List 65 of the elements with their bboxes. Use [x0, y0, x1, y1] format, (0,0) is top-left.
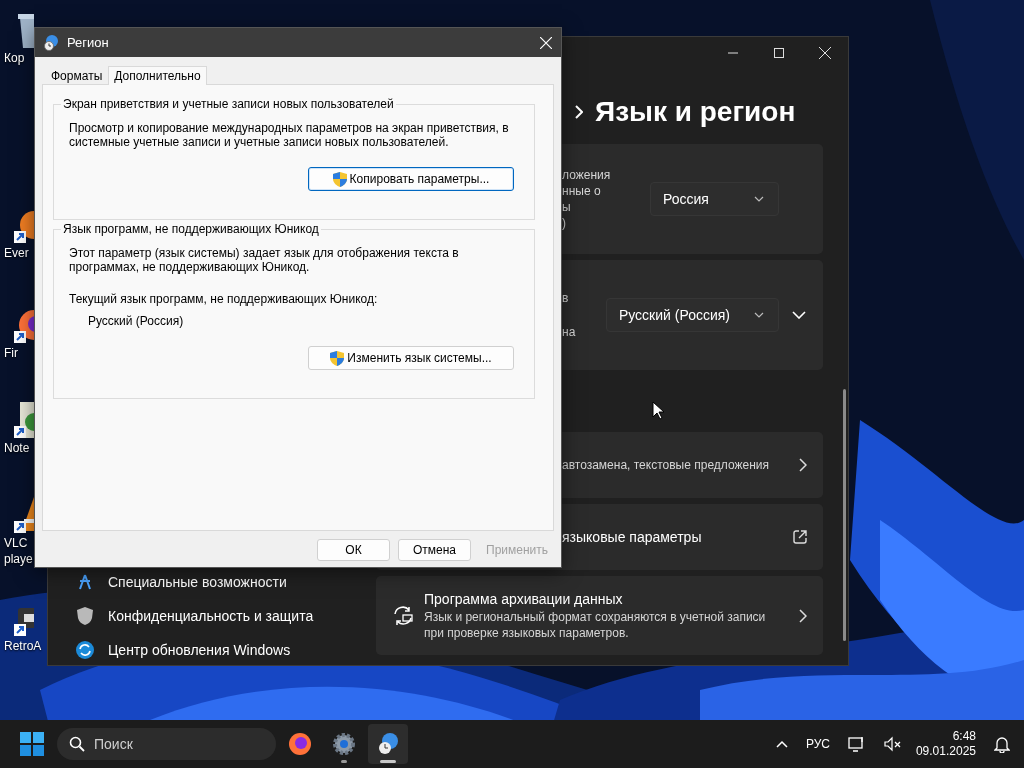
- chevron-up-icon[interactable]: [775, 740, 788, 748]
- settings-card[interactable]: Программа архивации данных Язык и региональный формат сохраняются в учетной записи при проверке языковых параметров.: [376, 576, 823, 655]
- shield-icon: [330, 350, 345, 366]
- tab[interactable]: Дополнительно: [108, 66, 207, 85]
- close-icon: [540, 36, 552, 49]
- card-description: Язык и региональный формат сохраняются в учетной записи при проверке языковых параметров.: [424, 609, 767, 641]
- card-title: языковые параметры: [562, 528, 703, 546]
- windows-logo-icon: [20, 732, 44, 756]
- card-description: автозамена, текстовые предложения: [562, 457, 770, 473]
- desktop-icon-label: Fir: [4, 345, 18, 361]
- card-text: ): [562, 215, 567, 231]
- dialog-button[interactable]: ОК: [317, 539, 390, 561]
- muted-speaker-icon[interactable]: [883, 736, 902, 752]
- page-heading: Язык и регион: [595, 96, 796, 128]
- dialog-button[interactable]: Отмена: [398, 539, 471, 561]
- group-title: Экран приветствия и учетные записи новых пользователей: [62, 97, 395, 111]
- card-text: нные о: [562, 183, 602, 199]
- desktop-icon-label: Ever: [4, 245, 29, 261]
- desktop-icon-label: VLC: [4, 535, 28, 551]
- chevron-down-icon: [792, 311, 806, 319]
- input-language-indicator[interactable]: РУС: [805, 737, 830, 751]
- nav-item[interactable]: Конфиденциальность и защита: [75, 601, 376, 631]
- bell-icon[interactable]: [994, 735, 1010, 753]
- description-text: Текущий язык программ, не поддерживающих Юникод:: [69, 292, 379, 306]
- shield-icon: [332, 171, 347, 187]
- close-icon: [819, 47, 831, 59]
- scrollbar[interactable]: [843, 389, 846, 641]
- dropdown[interactable]: Россия: [650, 182, 779, 216]
- clock-date[interactable]: 09.01.2025: [915, 744, 976, 759]
- search-field[interactable]: Поиск: [57, 728, 276, 760]
- tab[interactable]: Форматы: [45, 67, 109, 84]
- nav-item[interactable]: Специальные возможности: [75, 567, 376, 597]
- admin-button[interactable]: Изменить язык системы...: [308, 346, 514, 370]
- dropdown[interactable]: Русский (Россия): [605, 298, 779, 332]
- caret-icon: [754, 312, 764, 318]
- caret-icon: [754, 196, 764, 202]
- globe-clock-icon: [43, 34, 59, 51]
- card-text: в: [562, 290, 570, 306]
- desktop-icon-label: RetroA: [4, 638, 42, 654]
- globe-clock-taskbar-icon[interactable]: [368, 724, 408, 764]
- clock-time[interactable]: 6:48: [952, 729, 976, 744]
- card-text: ложения: [562, 167, 612, 183]
- update-icon: [75, 640, 95, 660]
- maximize-icon: [774, 48, 784, 58]
- search-icon: [69, 736, 85, 752]
- nav-item[interactable]: Центр обновления Windows: [75, 635, 376, 665]
- desktop-icon-label: Кор: [4, 50, 25, 66]
- monitor-icon[interactable]: [847, 736, 866, 752]
- admin-button[interactable]: Копировать параметры...: [308, 167, 514, 191]
- desktop-icon-label: Note: [4, 440, 30, 456]
- window-title: Регион: [67, 35, 110, 50]
- group-title: Язык программ, не поддерживающих Юникод: [62, 222, 320, 236]
- desktop-icon-label: playe: [4, 551, 33, 567]
- chevron-right-icon: [799, 608, 807, 623]
- card-text: на: [562, 324, 577, 340]
- sync-icon: [393, 605, 415, 626]
- external-link-icon: [793, 530, 807, 544]
- chevron-right-icon: [799, 458, 807, 472]
- minimize-icon: [728, 52, 738, 54]
- chevron-right-icon: [575, 105, 583, 119]
- current-language: Русский (Россия): [88, 314, 185, 328]
- shield-icon: [75, 606, 95, 626]
- card-title: Программа архивации данных: [424, 590, 624, 608]
- card-text: ы: [562, 199, 572, 215]
- mouse-pointer-icon: [652, 401, 665, 420]
